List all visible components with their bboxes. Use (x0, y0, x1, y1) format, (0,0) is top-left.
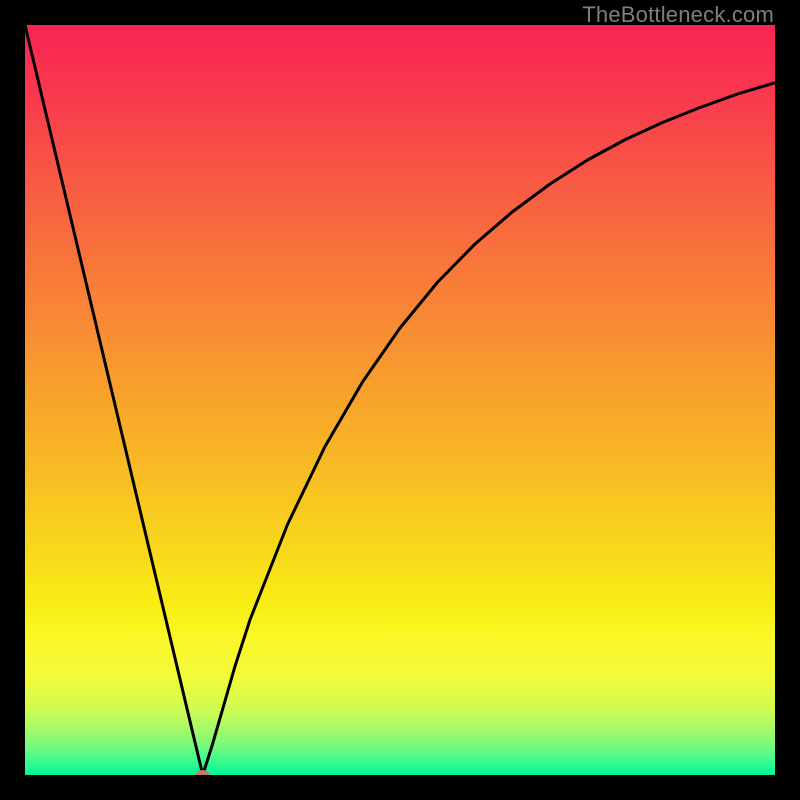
bottleneck-curve (25, 25, 775, 775)
curve-layer (25, 25, 775, 775)
optimum-marker (196, 770, 210, 775)
watermark-text: TheBottleneck.com (582, 2, 774, 28)
plot-area (25, 25, 775, 775)
chart-stage: TheBottleneck.com (0, 0, 800, 800)
